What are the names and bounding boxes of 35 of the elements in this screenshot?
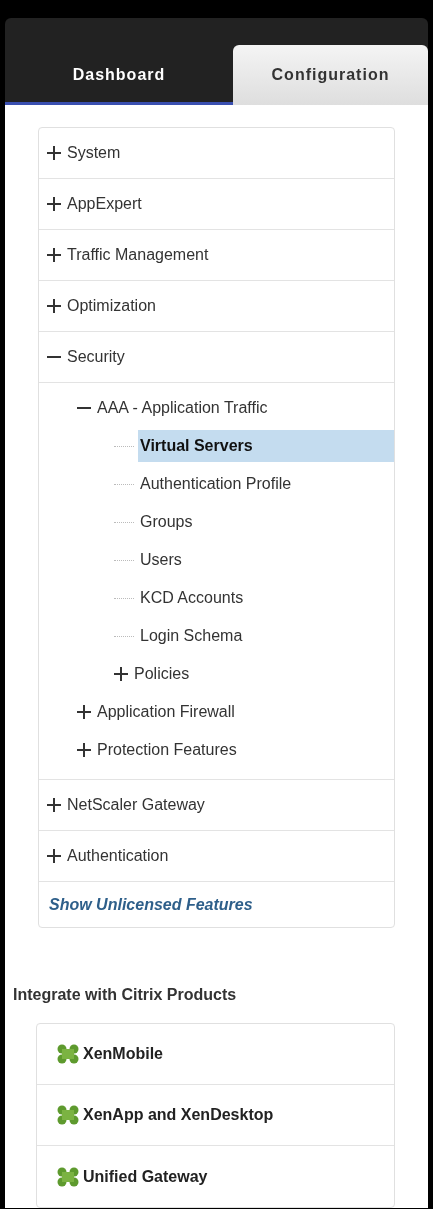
- tree-item[interactable]: Security: [67, 345, 125, 369]
- plus-icon[interactable]: [47, 197, 61, 211]
- tab[interactable]: Configuration: [233, 45, 428, 105]
- tree-item[interactable]: Authentication Profile: [138, 468, 394, 500]
- tree-item[interactable]: Authentication: [67, 844, 169, 868]
- tree-item[interactable]: AppExpert: [67, 192, 142, 216]
- tree-item[interactable]: Groups: [138, 506, 394, 538]
- plus-icon[interactable]: [47, 146, 61, 160]
- tree-item[interactable]: Application Firewall: [97, 700, 235, 724]
- plus-icon[interactable]: [47, 849, 61, 863]
- section-title: Integrate with Citrix Products: [12, 985, 238, 1005]
- cross-icon: [57, 1105, 79, 1125]
- tree-item[interactable]: Login Schema: [138, 620, 394, 652]
- tree-item[interactable]: Virtual Servers: [138, 430, 394, 462]
- show-unlicensed-link[interactable]: Show Unlicensed Features: [49, 892, 253, 917]
- product-item[interactable]: Unified Gateway: [37, 1146, 394, 1207]
- tree-item[interactable]: AAA - Application Traffic: [97, 396, 268, 420]
- tree-item[interactable]: Policies: [134, 662, 190, 686]
- plus-icon[interactable]: [47, 299, 61, 313]
- tree-item[interactable]: Traffic Management: [67, 243, 209, 267]
- tree-item[interactable]: Users: [138, 544, 394, 576]
- plus-icon[interactable]: [77, 705, 91, 719]
- tree-item[interactable]: System: [67, 141, 121, 165]
- tree-item[interactable]: Protection Features: [97, 738, 237, 762]
- tree-item[interactable]: NetScaler Gateway: [67, 793, 205, 817]
- tree-item[interactable]: Optimization: [67, 294, 156, 318]
- product-item[interactable]: XenMobile: [37, 1024, 394, 1085]
- cross-icon: [57, 1166, 79, 1187]
- plus-icon[interactable]: [47, 248, 61, 262]
- plus-icon[interactable]: [114, 667, 128, 681]
- plus-icon[interactable]: [47, 798, 61, 812]
- tree-item[interactable]: KCD Accounts: [138, 582, 394, 614]
- plus-icon[interactable]: [77, 743, 91, 757]
- product-item[interactable]: XenApp and XenDesktop: [37, 1085, 394, 1146]
- cross-icon: [57, 1044, 79, 1064]
